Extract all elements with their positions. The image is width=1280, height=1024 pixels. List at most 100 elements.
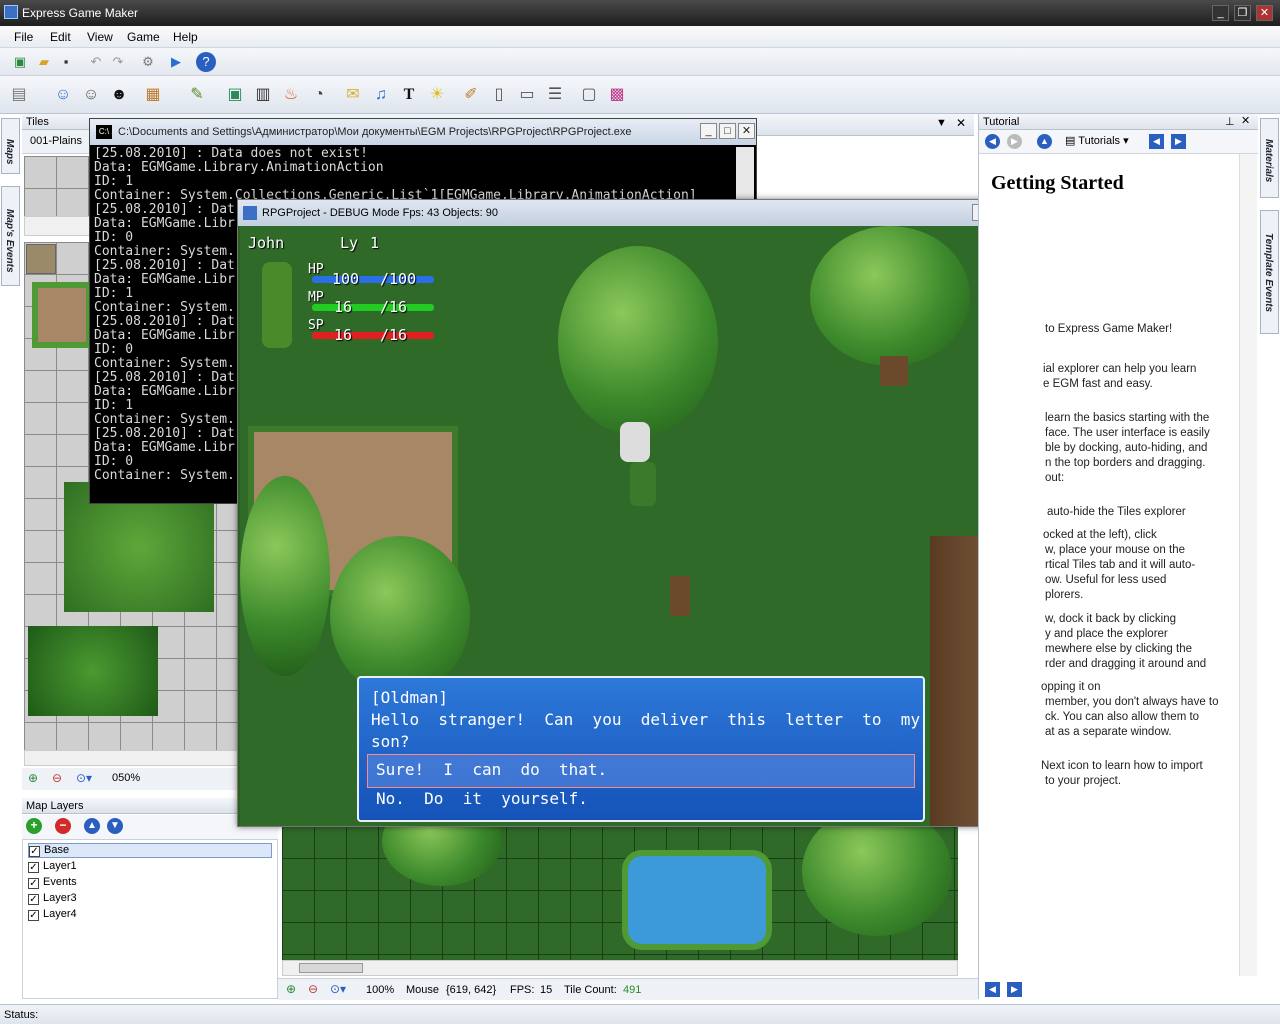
menu-edit[interactable]: Edit [50,30,71,44]
music-note-icon[interactable]: ♫ [368,82,394,108]
fps-value: 15 [540,984,553,996]
side-tab-maps[interactable]: Maps [1,118,20,174]
layer-checkbox[interactable]: ✓ [29,846,40,857]
zoom-in-icon[interactable]: ⊕ [286,982,296,996]
enemy-icon[interactable]: ☻ [106,82,132,108]
help-icon[interactable]: ? [196,52,216,72]
add-layer-icon[interactable]: + [26,818,42,834]
forward-icon[interactable]: ▶ [1007,134,1022,149]
layer-item-base[interactable]: ✓ Base [28,843,272,858]
tileset-vscroll-bottom[interactable] [24,750,238,766]
hero-icon[interactable]: ☺ [50,82,76,108]
console-close-button[interactable]: ✕ [738,123,755,139]
console-maximize-button[interactable]: □ [719,123,736,139]
tileset-icon[interactable]: ▩ [604,82,630,108]
tree-stump [670,576,690,616]
previous-page-icon[interactable]: ◀ [1149,134,1164,149]
font-icon[interactable]: T [396,82,422,108]
move-layer-down-icon[interactable]: ▼ [107,818,123,834]
image-icon[interactable]: ▣ [222,82,248,108]
dialog-choice-yes[interactable]: Sure! I can do that. [376,760,607,779]
maximize-button[interactable]: ❐ [1234,5,1251,21]
remove-layer-icon[interactable]: − [55,818,71,834]
back-icon[interactable]: ◀ [985,134,1000,149]
pin-icon[interactable]: ⊥ [1225,115,1235,128]
hud-hp-label: HP [308,262,324,277]
chevron-down-icon[interactable]: ▼ [936,117,947,129]
tutorial-scrollbar[interactable] [1239,154,1257,976]
menu-view[interactable]: View [87,30,113,44]
layer-item-layer1[interactable]: ✓ Layer1 [28,860,77,875]
tutorial-prev-icon[interactable]: ◀ [985,982,1000,997]
close-button[interactable]: ✕ [1256,5,1273,21]
minimize-button[interactable]: _ [1212,5,1229,21]
close-icon[interactable]: ✕ [1241,114,1250,127]
speech-bubble-icon[interactable]: ✉ [340,82,366,108]
layer-item-layer4[interactable]: ✓ Layer4 [28,908,77,923]
zoom-menu-icon[interactable]: ⊙▾ [76,771,92,785]
tutorial-line: e EGM fast and easy. [1043,378,1153,390]
menu-help[interactable]: Help [173,30,198,44]
dialog-choice-no[interactable]: No. Do it yourself. [376,789,588,808]
zoom-out-icon[interactable]: ⊖ [52,771,62,785]
script-icon[interactable]: ✐ [458,82,484,108]
edit-icon[interactable]: ✎ [184,82,210,108]
hud-mp-label: MP [308,290,324,305]
layer-checkbox[interactable]: ✓ [28,862,39,873]
close-icon[interactable]: ✕ [956,116,966,130]
layer-item-events[interactable]: ✓ Events [28,876,77,891]
fire-effect-icon[interactable]: ♨ [278,82,304,108]
new-project-icon[interactable]: ▣ [10,52,30,72]
lightbulb-icon[interactable]: ☀ [424,82,450,108]
layer-checkbox[interactable]: ✓ [28,894,39,905]
redo-icon[interactable]: ↷ [108,52,128,72]
zoom-out-icon[interactable]: ⊖ [308,982,318,996]
tutorial-line: rtical Tiles tab and it will auto- [1045,559,1196,571]
console-line: [25.08.2010] : Data does not exist! [94,146,368,161]
move-layer-up-icon[interactable]: ▲ [84,818,100,834]
tutorial-line: auto-hide the Tiles explorer [1047,506,1186,518]
dialog-line: son? [371,732,410,751]
play-icon[interactable]: ▶ [166,52,186,72]
map-status-bar: ⊕ ⊖ ⊙▾ 100% Mouse {619, 642} FPS: 15 Til… [278,978,978,1000]
zoom-menu-icon[interactable]: ⊙▾ [330,982,346,996]
layer-checkbox[interactable]: ✓ [28,878,39,889]
tileset-tab[interactable]: 001-Plains [30,135,82,147]
list-icon[interactable]: ☰ [542,82,568,108]
layer-item-layer3[interactable]: ✓ Layer3 [28,892,77,907]
tutorial-next-icon[interactable]: ▶ [1007,982,1022,997]
console-title-bar: C:\ C:\Documents and Settings\Администра… [90,119,756,145]
zoom-in-icon[interactable]: ⊕ [28,771,38,785]
panel-icon[interactable]: ▢ [576,82,602,108]
save-icon[interactable]: ▪ [56,52,76,72]
open-folder-icon[interactable]: ▰ [34,52,54,72]
tutorials-dropdown[interactable]: ▤ Tutorials ▾ [1065,134,1129,147]
menu-design-icon[interactable]: ▯ [486,82,512,108]
settings-gear-icon[interactable]: ⚙ [138,52,158,72]
tutorial-line: rder and dragging it around and [1045,658,1207,670]
home-up-icon[interactable]: ▲ [1037,134,1052,149]
layer-checkbox[interactable]: ✓ [28,910,39,921]
status-label: Status: [4,1009,39,1021]
map-canvas[interactable] [282,796,958,960]
game-viewport[interactable]: John Ly 1 HP 100 /100 MP 16 /16 SP 16 /1… [240,226,1040,826]
film-icon[interactable]: ▥ [250,82,276,108]
map-hscroll[interactable] [282,960,958,976]
tutorial-line: ck. You can also allow them to [1045,711,1200,723]
database-icon[interactable]: ▤ [6,82,32,108]
undo-icon[interactable]: ↶ [86,52,106,72]
console-minimize-button[interactable]: _ [700,123,717,139]
side-tab-template-events[interactable]: Template Events [1260,210,1279,334]
side-tab-maps-events[interactable]: Map's Events [1,186,20,286]
window-design-icon[interactable]: ▭ [514,82,540,108]
menu-game[interactable]: Game [127,30,160,44]
npc-icon[interactable]: ☺ [78,82,104,108]
next-page-icon[interactable]: ▶ [1171,134,1186,149]
app-icon [4,5,18,19]
item-bag-icon[interactable]: ▦ [140,82,166,108]
tutorial-line: to your project. [1045,775,1122,787]
menu-file[interactable]: File [14,30,33,44]
tutorial-line: w, place your mouse on the [1045,544,1185,556]
side-tab-materials[interactable]: Materials [1260,118,1279,198]
variable-icon[interactable]: ◔ [306,82,332,108]
